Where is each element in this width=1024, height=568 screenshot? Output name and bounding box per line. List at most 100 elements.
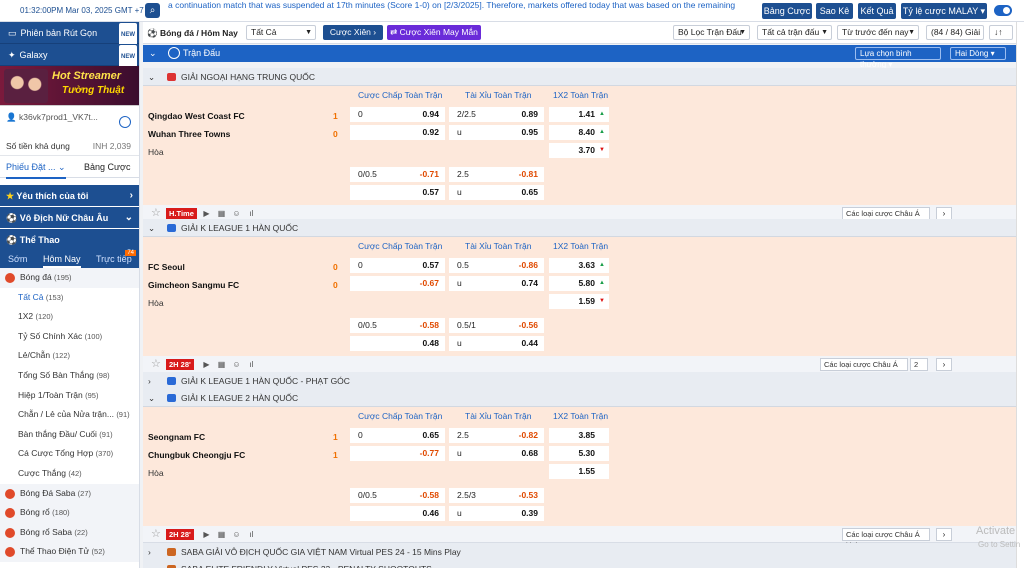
tab-early[interactable]: Sớm [8, 254, 27, 264]
sidebar-market-item[interactable]: Chẵn / Lẻ của Nửa trận... (91) [0, 405, 139, 425]
chart-icon[interactable]: ıl [246, 208, 257, 219]
live-chat-icon[interactable]: ☺ [231, 529, 242, 540]
chevron-icon[interactable]: › [148, 372, 151, 390]
chart-icon[interactable]: ıl [246, 359, 257, 370]
search-icon[interactable]: ⌕ [145, 3, 160, 18]
chevron-icon[interactable]: ⌄ [148, 389, 155, 407]
over-under-cell[interactable]: 2.5 -0.81 [449, 167, 544, 182]
over-under-cell[interactable]: u 0.74 [449, 276, 544, 291]
handicap-cell[interactable]: 0 0.94 [350, 107, 445, 122]
live-stream-icon[interactable]: ▶ [201, 529, 212, 540]
sidebar-market-item[interactable]: Lẻ/Chẵn (122) [0, 346, 139, 366]
sports-section[interactable]: ⚽ Thể Thao [0, 228, 139, 250]
hot-streamer-banner[interactable]: Hot Streamer Tường Thuật [0, 66, 139, 106]
over-under-cell[interactable]: 2/2.5 0.89 [449, 107, 544, 122]
handicap-cell[interactable]: 0.48 [350, 336, 445, 351]
expand-button[interactable]: › [936, 358, 952, 371]
home-team[interactable]: Seongnam FC [148, 432, 205, 442]
sidebar-sport-item[interactable]: Bóng Đá Saba (27) [0, 483, 139, 504]
handicap-cell[interactable]: -0.77 [350, 446, 445, 461]
refresh-button[interactable]: ↓↑ [989, 25, 1013, 40]
stats-icon[interactable]: ▦ [216, 208, 227, 219]
x12-odds-cell[interactable]: 3.70 ▼ [549, 143, 609, 158]
more-markets-count[interactable]: 2 [910, 358, 928, 371]
league-row[interactable]: ⌄ GIẢI K LEAGUE 1 HÀN QUỐC [143, 219, 1016, 237]
star-icon[interactable]: ☆ [151, 206, 161, 219]
tab-bet-list[interactable]: Bảng Cược [84, 162, 130, 172]
favorites-section[interactable]: ★ Yêu thích của tôi › [0, 184, 139, 206]
sidebar-sport-item[interactable]: Bóng rổ (180) [0, 503, 139, 523]
live-chat-icon[interactable]: ☺ [231, 208, 242, 219]
results-button[interactable]: Kết Quả [858, 3, 896, 19]
chevron-icon[interactable]: ⌄ [148, 219, 155, 237]
live-stream-icon[interactable]: ▶ [201, 208, 212, 219]
sidebar-sport-item[interactable]: Thể Thao Điện Tử (52) [0, 542, 139, 562]
match-filter-select[interactable]: Tất cả trận đấu ▼ [757, 25, 832, 40]
sidebar-market-item[interactable]: Tất Cả (153) [0, 288, 139, 308]
over-under-cell[interactable]: 0.5/1 -0.56 [449, 318, 544, 333]
sidebar-market-item[interactable]: Tỷ Số Chính Xác (100) [0, 327, 139, 347]
parlay-button[interactable]: Cược Xiên › [323, 25, 383, 40]
x12-odds-cell[interactable]: 5.80 ▲ [549, 276, 609, 291]
lucky-parlay-button[interactable]: ⇄ Cược Xiên May Mắn [387, 25, 481, 40]
league-row[interactable]: ⌄ GIẢI K LEAGUE 2 HÀN QUỐC [143, 389, 1016, 407]
asian-markets-select[interactable]: Các loại cược Châu Á khác ▾ [842, 528, 930, 550]
league-row[interactable]: ⌄ GIẢI NGOẠI HẠNG TRUNG QUỐC [143, 68, 1016, 86]
refresh-icon[interactable] [119, 116, 131, 128]
over-under-cell[interactable]: u 0.95 [449, 125, 544, 140]
sidebar-market-item[interactable]: Cá Cược Tổng Hợp (370) [0, 444, 139, 464]
league-count-button[interactable]: (84 / 84) Giải [926, 25, 984, 40]
handicap-cell[interactable]: 0.92 [350, 125, 445, 140]
away-team[interactable]: Gimcheon Sangmu FC [148, 280, 239, 290]
league-row[interactable]: › SABA GIẢI VÔ ĐỊCH QUỐC GIA VIỆT NAM Vir… [143, 543, 1016, 561]
x12-odds-cell[interactable]: 1.55 [549, 464, 609, 479]
x12-odds-cell[interactable]: 5.30 [549, 446, 609, 461]
chevron-icon[interactable]: › [148, 560, 151, 568]
sidebar-market-item[interactable]: Cược Thắng (42) [0, 464, 139, 484]
compact-version-button[interactable]: ▭ Phiên bản Rút Gọn NEW [0, 22, 139, 47]
chevron-icon[interactable]: › [148, 543, 151, 561]
sidebar-market-item[interactable]: Hiệp 1/Toàn Trận (95) [0, 386, 139, 406]
sidebar-market-item[interactable]: Tổng Số Bàn Thắng (98) [0, 366, 139, 386]
away-team[interactable]: Chungbuk Cheongju FC [148, 450, 245, 460]
market-select[interactable]: Tất Cả ▼ [246, 25, 316, 40]
star-icon[interactable]: ☆ [151, 357, 161, 370]
live-chat-icon[interactable]: ☺ [231, 359, 242, 370]
over-under-cell[interactable]: u 0.65 [449, 185, 544, 200]
home-team[interactable]: Qingdao West Coast FC [148, 111, 245, 121]
handicap-cell[interactable]: 0/0.5 -0.71 [350, 167, 445, 182]
statement-button[interactable]: Sao Kê [816, 3, 853, 19]
handicap-cell[interactable]: 0.57 [350, 185, 445, 200]
over-under-cell[interactable]: 2.5/3 -0.53 [449, 488, 544, 503]
expand-button[interactable]: › [936, 528, 952, 541]
star-icon[interactable]: ☆ [151, 527, 161, 540]
sidebar-sport-item[interactable]: Bóng rổ Saba (22) [0, 522, 139, 543]
sidebar-market-item[interactable]: 1X2 (120) [0, 307, 139, 327]
handicap-cell[interactable]: 0 0.65 [350, 428, 445, 443]
over-under-cell[interactable]: 0.5 -0.86 [449, 258, 544, 273]
chevron-down-icon[interactable]: ⌄ [149, 45, 157, 62]
home-team[interactable]: FC Seoul [148, 262, 185, 272]
galaxy-button[interactable]: ✦ Galaxy NEW [0, 44, 139, 69]
tab-bet-slip[interactable]: Phiếu Đặt ... ⌄ [6, 162, 66, 179]
over-under-cell[interactable]: u 0.39 [449, 506, 544, 521]
over-under-cell[interactable]: u 0.68 [449, 446, 544, 461]
x12-odds-cell[interactable]: 3.85 [549, 428, 609, 443]
handicap-cell[interactable]: 0/0.5 -0.58 [350, 488, 445, 503]
x12-odds-cell[interactable]: 1.41 ▲ [549, 107, 609, 122]
live-stream-icon[interactable]: ▶ [201, 359, 212, 370]
stats-icon[interactable]: ▦ [216, 529, 227, 540]
sidebar-sport-item[interactable]: Bóng đá (195) [0, 268, 139, 288]
league-row[interactable]: › SABA ELITE FRIENDLY Virtual PES 23 - PE… [143, 560, 1016, 568]
lines-select[interactable]: Hai Dòng ▾ [950, 47, 1006, 60]
handicap-cell[interactable]: 0.46 [350, 506, 445, 521]
over-under-cell[interactable]: u 0.44 [449, 336, 544, 351]
league-filter-select[interactable]: Bộ Lọc Trận Đấu ▼ [673, 25, 750, 40]
league-row[interactable]: › GIẢI K LEAGUE 1 HÀN QUỐC - PHẠT GÓC [143, 372, 1016, 390]
over-under-cell[interactable]: 2.5 -0.82 [449, 428, 544, 443]
euro-women-section[interactable]: ⚽ Vô Địch Nữ Châu Âu ⌄ [0, 206, 139, 228]
handicap-cell[interactable]: -0.67 [350, 276, 445, 291]
odds-type-select[interactable]: Tỷ lệ cược MALAY ▾ [901, 3, 987, 19]
handicap-cell[interactable]: 0 0.57 [350, 258, 445, 273]
away-team[interactable]: Wuhan Three Towns [148, 129, 230, 139]
